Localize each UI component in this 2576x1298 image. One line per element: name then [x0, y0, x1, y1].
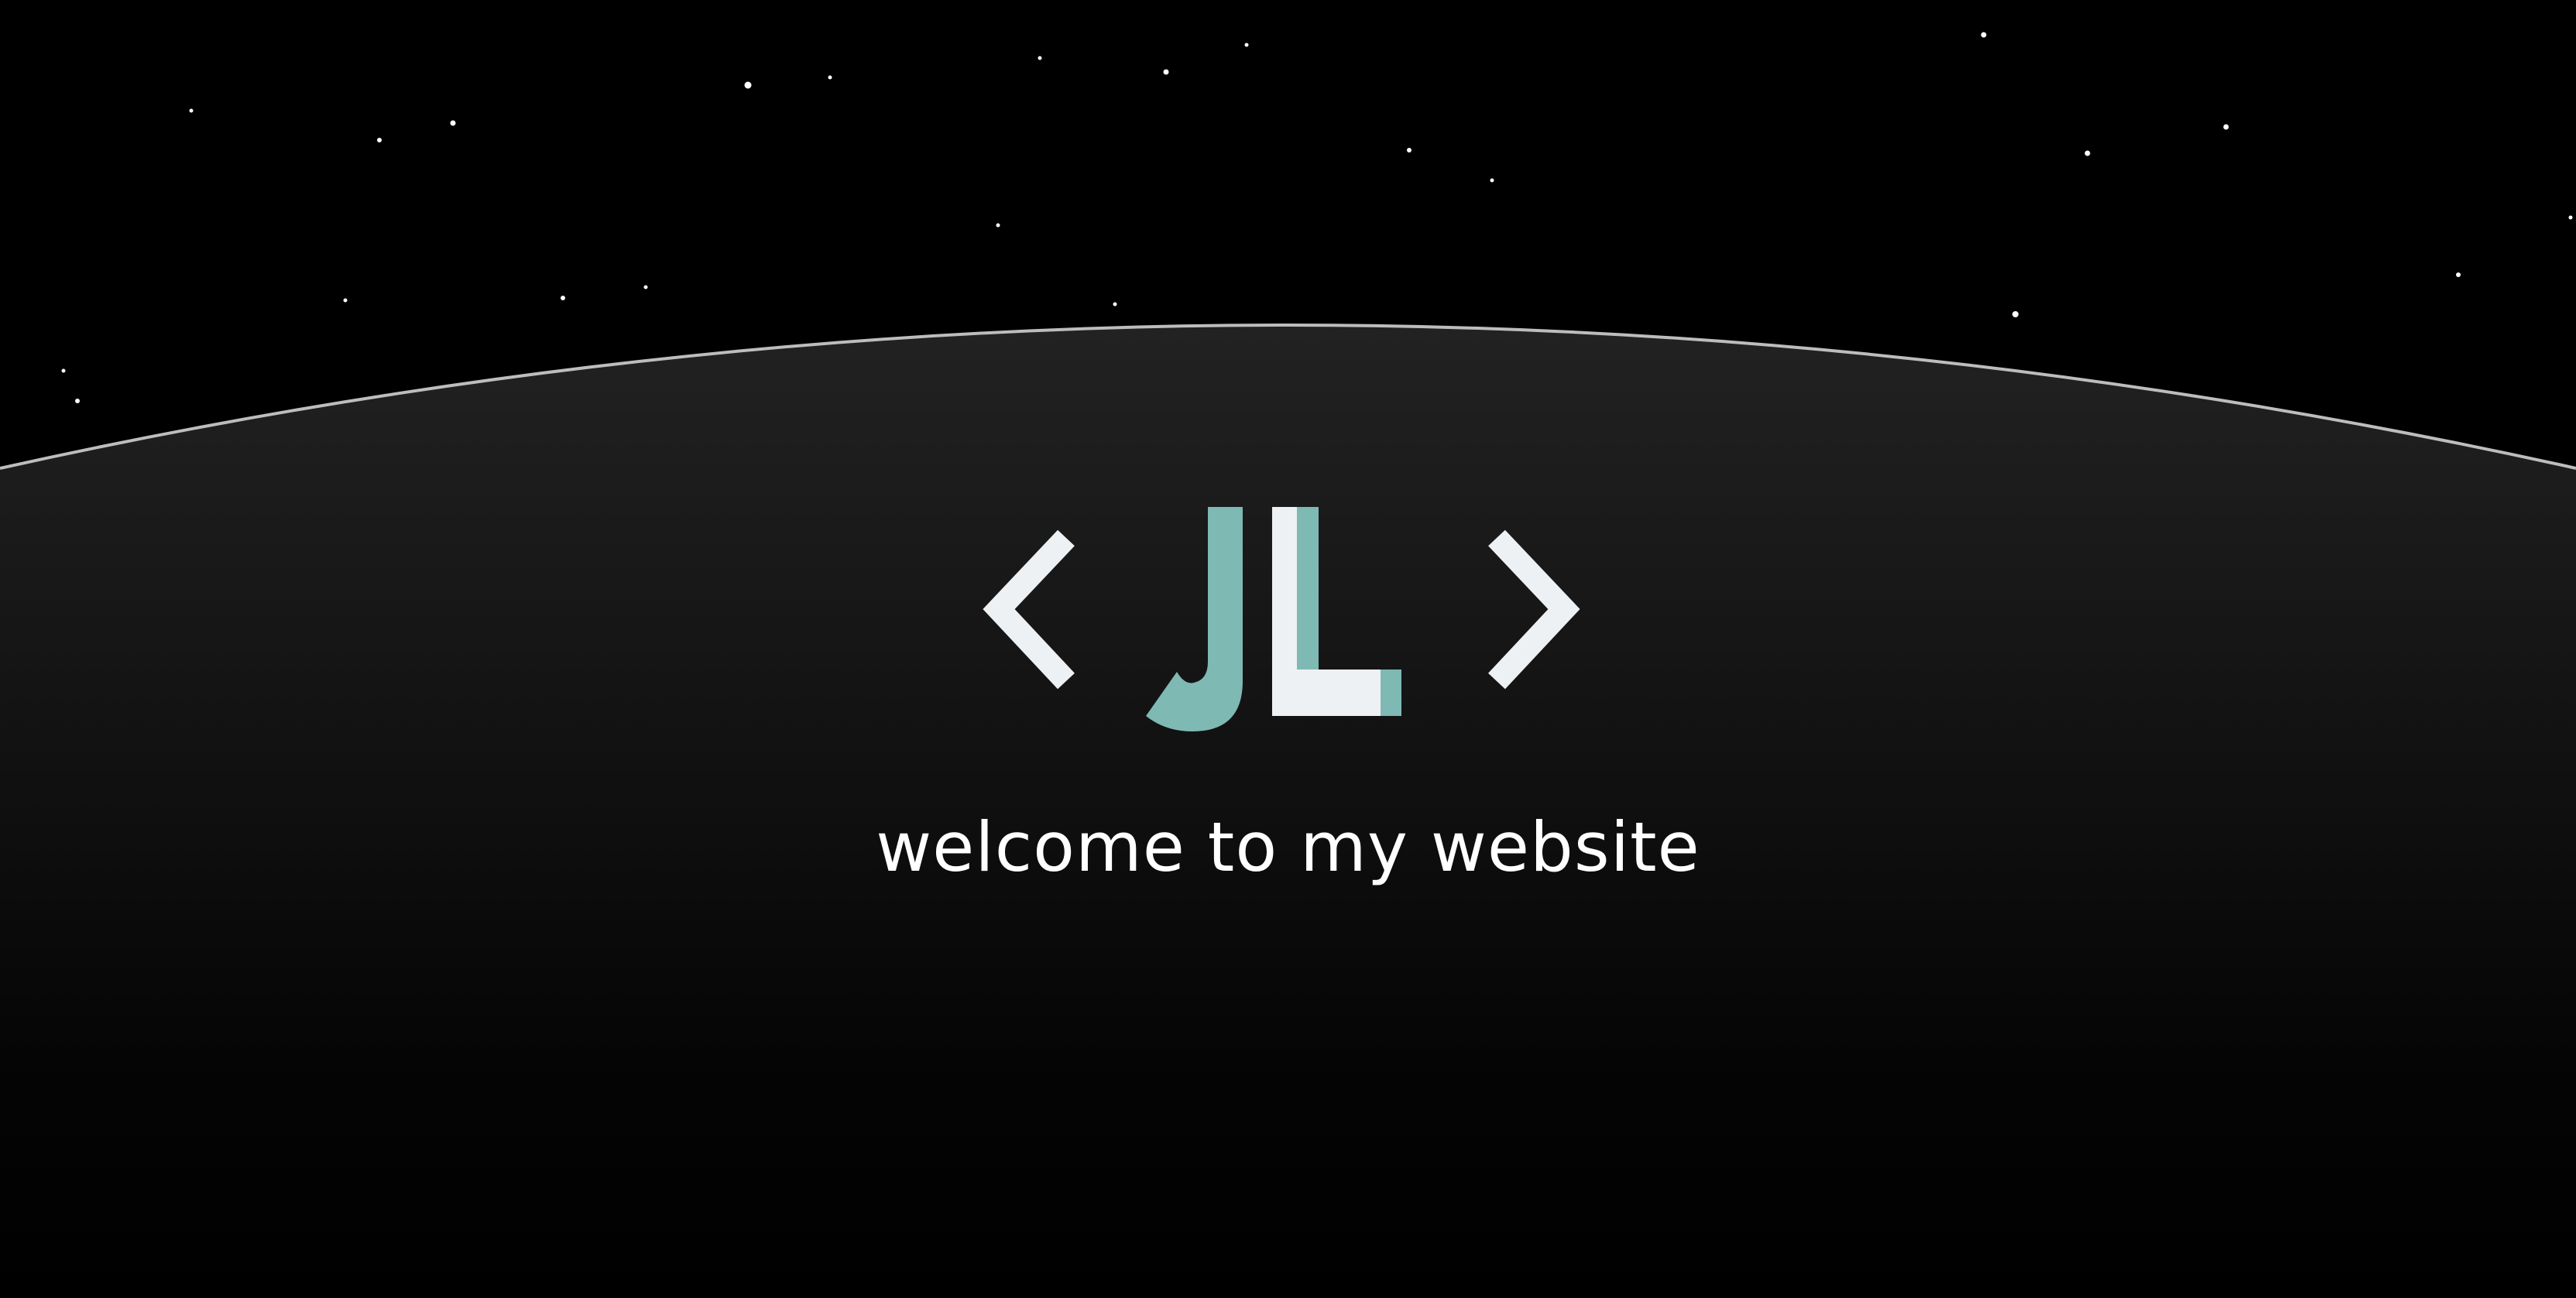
chevron-right-icon [1488, 529, 1580, 690]
welcome-tagline: welcome to my website [876, 807, 1700, 887]
jl-logo [983, 507, 1580, 731]
chevron-left-icon [983, 529, 1075, 690]
letter-l-mark [1272, 507, 1401, 716]
landing-page: welcome to my website [0, 0, 2576, 1298]
letter-j-mark [1146, 507, 1243, 731]
